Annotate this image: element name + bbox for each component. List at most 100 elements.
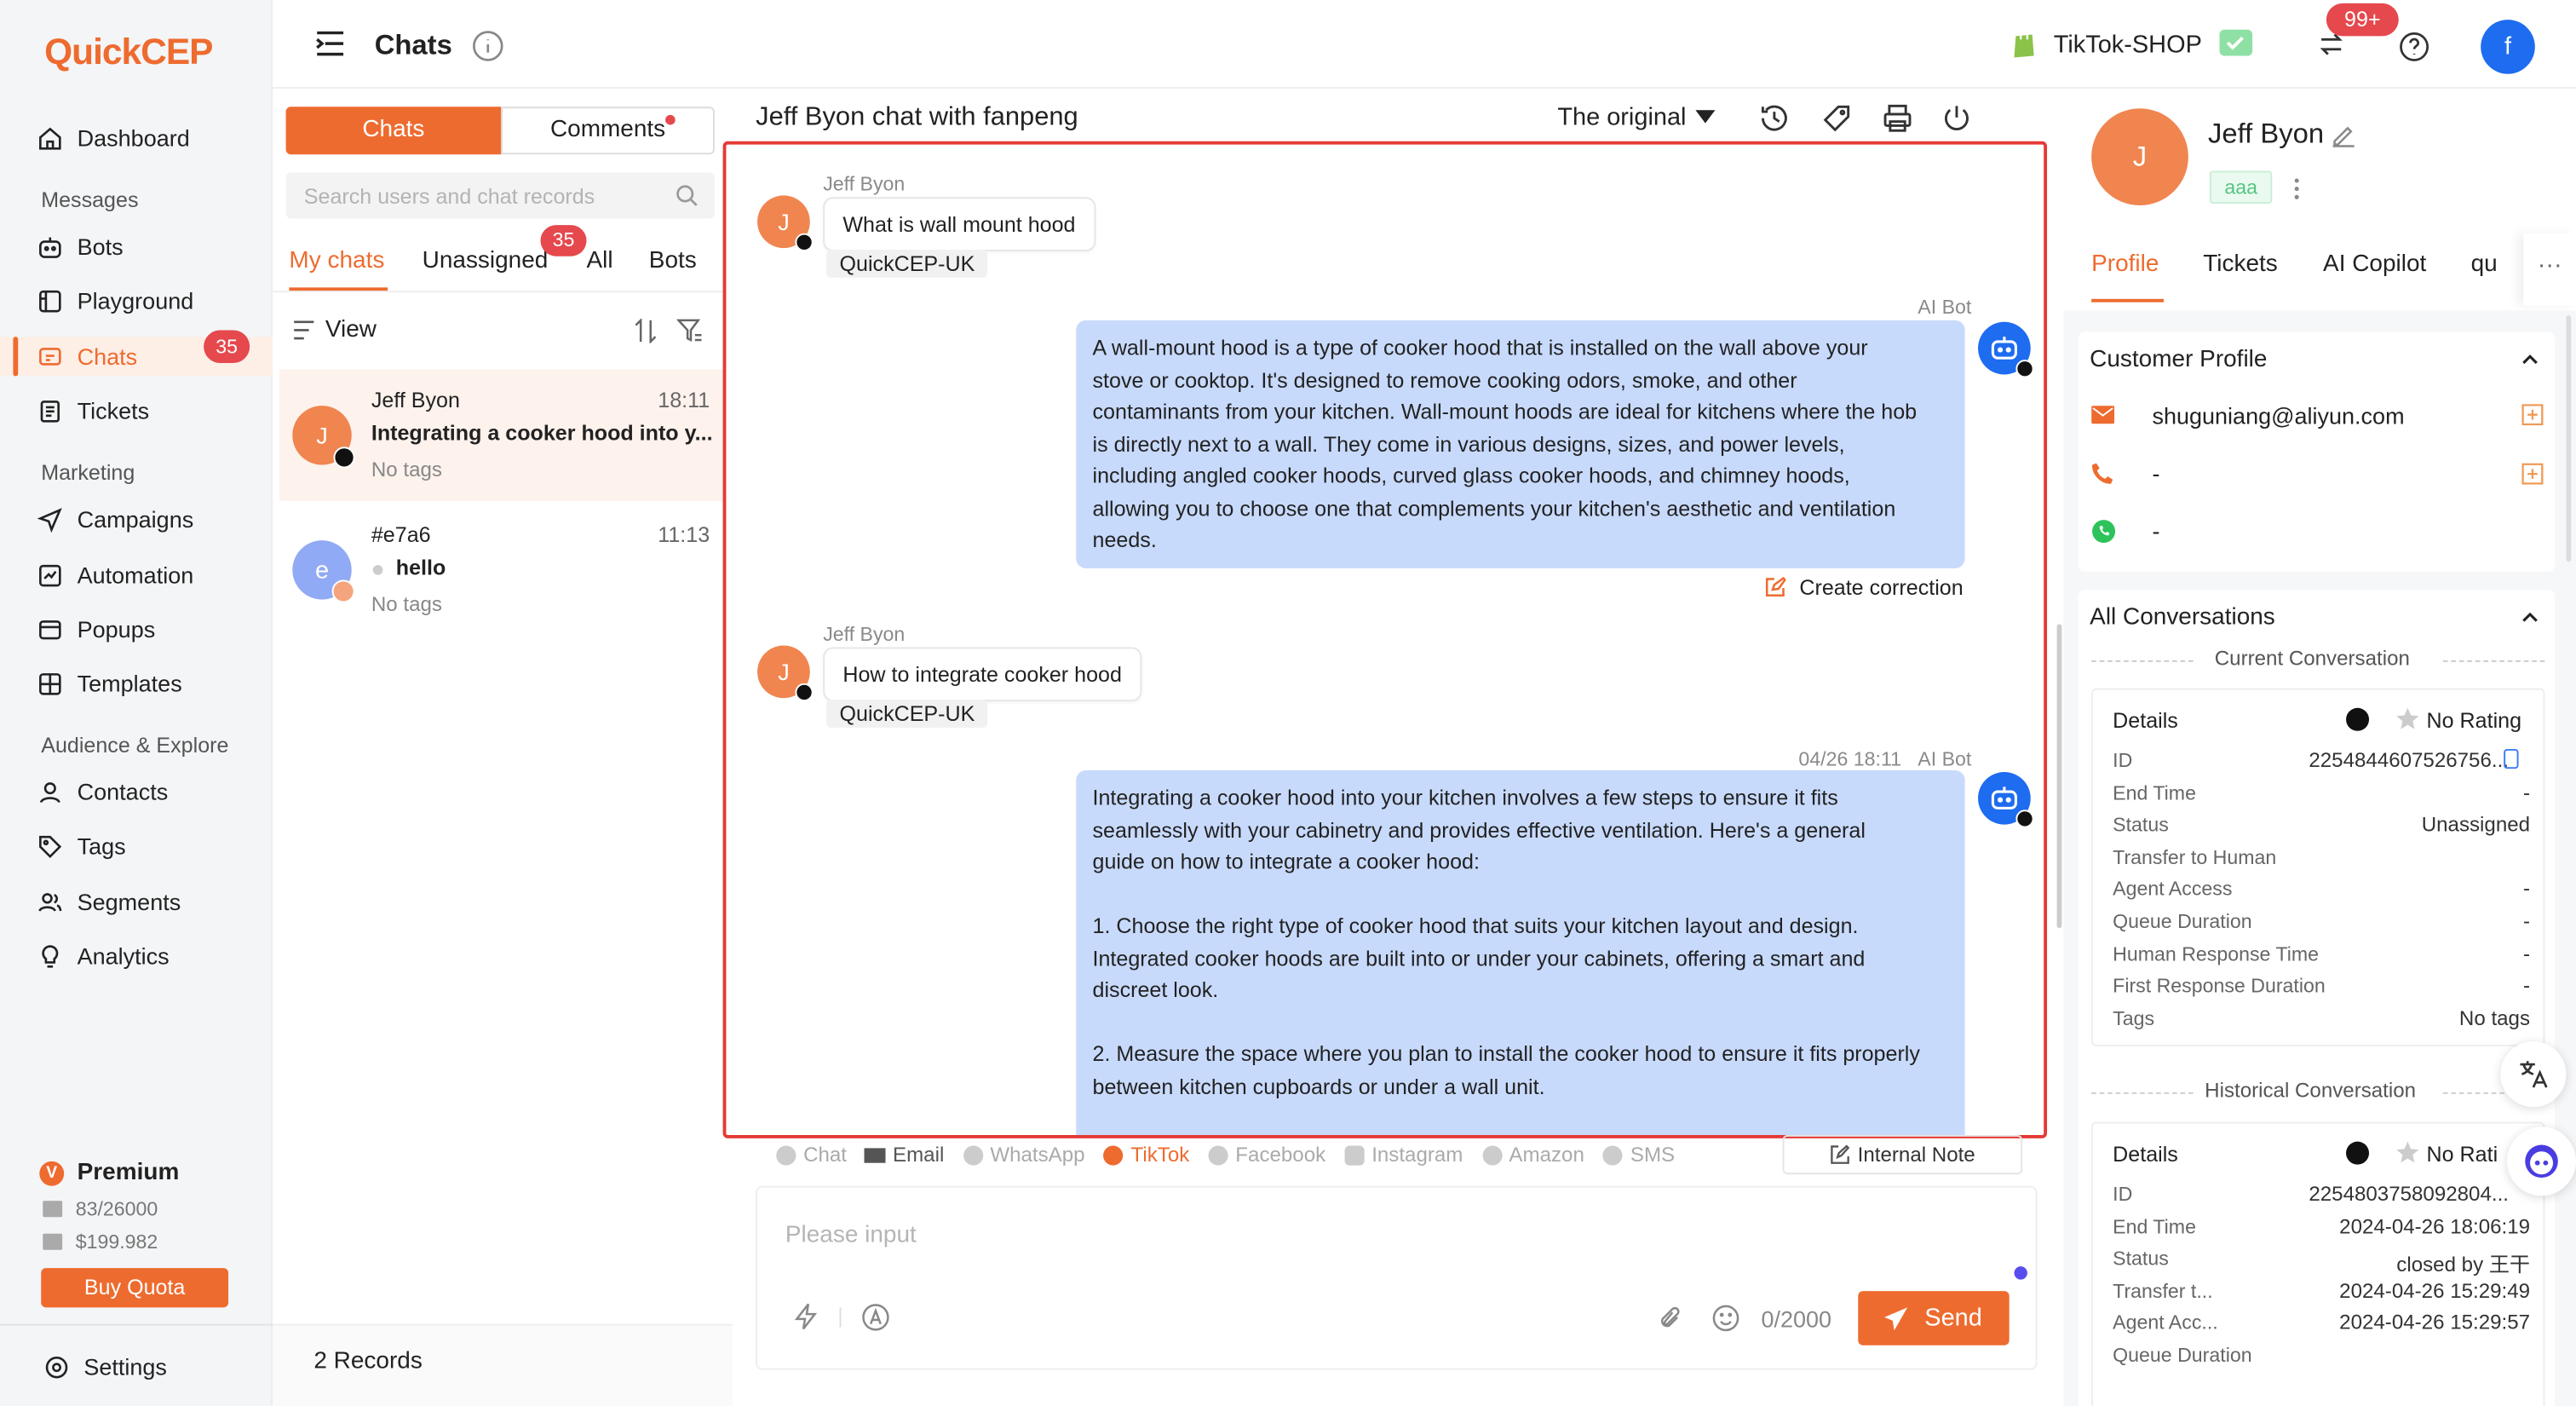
- send-button[interactable]: Send: [1858, 1291, 2010, 1345]
- channel-email[interactable]: Email: [865, 1144, 944, 1167]
- detail-value: 2024-04-26 15:29:57: [2339, 1311, 2531, 1334]
- message-input[interactable]: Please input: [785, 1222, 917, 1248]
- channel-bar: Chat Email WhatsApp TikTok Facebook Inst…: [775, 1142, 1693, 1168]
- popup-icon: [39, 619, 61, 639]
- power-icon[interactable]: [1942, 103, 1972, 133]
- nav-settings[interactable]: Settings: [43, 1347, 167, 1386]
- ai-assist-icon[interactable]: [861, 1303, 891, 1333]
- nav-automation[interactable]: Automation: [36, 556, 193, 595]
- current-conversation-label: Current Conversation: [2214, 647, 2410, 671]
- tab-more-truncated[interactable]: qu: [2471, 251, 2498, 278]
- detail-label: Tags: [2113, 1006, 2155, 1030]
- message-scrollbar[interactable]: [2056, 624, 2062, 929]
- copy-icon[interactable]: [2504, 748, 2519, 769]
- tab-comments[interactable]: Comments: [501, 107, 715, 155]
- nav-campaigns[interactable]: Campaigns: [36, 499, 193, 539]
- nav-dashboard[interactable]: Dashboard: [36, 118, 190, 158]
- customer-tag[interactable]: aaa: [2209, 170, 2273, 205]
- translate-float-button[interactable]: [2500, 1041, 2567, 1108]
- wallet-icon: [43, 1233, 63, 1250]
- translate-dropdown[interactable]: The original: [1557, 103, 1716, 131]
- nav-playground[interactable]: Playground: [36, 281, 193, 320]
- nav-tickets[interactable]: Tickets: [36, 391, 149, 430]
- chat-list-item[interactable]: e #e7a6 11:13 hello No tags: [279, 504, 727, 636]
- menu-collapse-icon[interactable]: [315, 30, 345, 58]
- nav-segments[interactable]: Segments: [36, 882, 181, 921]
- user-avatar[interactable]: f: [2481, 20, 2535, 74]
- detail-label: End Time: [2113, 1214, 2196, 1238]
- channel-facebook[interactable]: Facebook: [1208, 1144, 1325, 1167]
- nav-analytics[interactable]: Analytics: [36, 936, 170, 976]
- channel-whatsapp[interactable]: WhatsApp: [963, 1144, 1085, 1167]
- more-vertical-icon[interactable]: [2293, 177, 2300, 200]
- view-filter[interactable]: View: [292, 317, 377, 343]
- subtab-bots[interactable]: Bots: [649, 248, 697, 274]
- bot-message: Integrating a cooker hood into your kitc…: [1076, 770, 1965, 1135]
- add-note-icon[interactable]: [2521, 404, 2544, 426]
- sort-icon[interactable]: [634, 318, 657, 343]
- attachment-icon[interactable]: [1658, 1305, 1682, 1333]
- assistant-float-button[interactable]: [2507, 1127, 2576, 1196]
- chevron-up-icon[interactable]: [2521, 353, 2538, 365]
- user-icon: [39, 781, 60, 803]
- list-icon: [294, 320, 314, 340]
- channel-chat[interactable]: Chat: [775, 1144, 847, 1167]
- phone-value: -: [2152, 459, 2160, 487]
- store-tag: QuickCEP-UK: [826, 249, 988, 278]
- search-input[interactable]: Search users and chat records: [285, 172, 715, 219]
- right-scrollbar[interactable]: [2566, 315, 2572, 562]
- nav-bots[interactable]: Bots: [36, 227, 124, 266]
- subtab-all[interactable]: All: [587, 248, 613, 274]
- nav-contacts[interactable]: Contacts: [36, 772, 168, 811]
- star-icon[interactable]: [2395, 706, 2420, 731]
- star-icon[interactable]: [2395, 1140, 2420, 1165]
- message-area: Jeff Byon J What is wall mount hood Quic…: [722, 141, 2048, 1138]
- divider-right: [2442, 660, 2545, 662]
- edit-icon[interactable]: [2332, 124, 2356, 148]
- chevron-up-icon[interactable]: [2521, 611, 2538, 622]
- history-icon[interactable]: [1760, 103, 1790, 133]
- detail-label: Transfer to Human: [2113, 845, 2277, 869]
- shop-selector[interactable]: TikTok-SHOP: [2011, 28, 2258, 61]
- nav-tags[interactable]: Tags: [36, 827, 126, 866]
- subtab-unassigned[interactable]: Unassigned: [423, 248, 549, 274]
- create-correction-link[interactable]: Create correction: [1765, 575, 1964, 600]
- lightning-icon[interactable]: [794, 1303, 819, 1331]
- channel-tiktok[interactable]: TikTok: [1103, 1144, 1189, 1167]
- detail-value: -: [2522, 942, 2531, 965]
- print-icon[interactable]: [1883, 103, 1912, 133]
- messenger-icon: [1208, 1144, 1228, 1165]
- offline-dot: [372, 565, 383, 575]
- buy-quota-button[interactable]: Buy Quota: [41, 1268, 229, 1308]
- help-icon[interactable]: [2399, 32, 2430, 63]
- tiktok-icon: [2015, 360, 2034, 378]
- avatar: J: [757, 645, 814, 702]
- typing-indicator-dot: [2014, 1266, 2027, 1280]
- tabs-more-icon[interactable]: ···: [2523, 233, 2576, 306]
- brand-logo[interactable]: QuickCEP: [44, 30, 213, 76]
- filter-icon[interactable]: [676, 319, 704, 343]
- tab-ai-copilot[interactable]: AI Copilot: [2323, 251, 2426, 278]
- channel-amazon[interactable]: Amazon: [1481, 1144, 1584, 1167]
- emoji-icon[interactable]: [1712, 1305, 1740, 1333]
- tab-tickets[interactable]: Tickets: [2203, 251, 2278, 278]
- internal-note-toggle[interactable]: Internal Note: [1782, 1134, 2023, 1175]
- nav-templates[interactable]: Templates: [36, 664, 182, 703]
- detail-value: 2024-04-26 15:29:49: [2339, 1279, 2531, 1303]
- channel-sms[interactable]: SMS: [1602, 1144, 1675, 1167]
- subtab-my-chats[interactable]: My chats: [289, 248, 384, 274]
- nav-chats[interactable]: Chats: [36, 337, 137, 376]
- playground-icon: [39, 289, 61, 312]
- message-time: 04/26 18:11: [1798, 747, 1901, 771]
- channel-instagram[interactable]: Instagram: [1343, 1144, 1463, 1167]
- chat-list-item-selected[interactable]: J Jeff Byon 18:11 Integrating a cooker h…: [279, 369, 727, 501]
- nav-popups[interactable]: Popups: [36, 609, 155, 648]
- tiktok-icon: [2015, 810, 2034, 828]
- info-icon[interactable]: [472, 30, 505, 63]
- tab-chats[interactable]: Chats: [285, 107, 502, 155]
- tag-icon[interactable]: [1822, 103, 1852, 133]
- tab-profile[interactable]: Profile: [2091, 251, 2159, 278]
- add-note-icon[interactable]: [2521, 463, 2544, 485]
- character-counter: 0/2000: [1761, 1305, 1832, 1333]
- tiktok-icon: [333, 447, 355, 469]
